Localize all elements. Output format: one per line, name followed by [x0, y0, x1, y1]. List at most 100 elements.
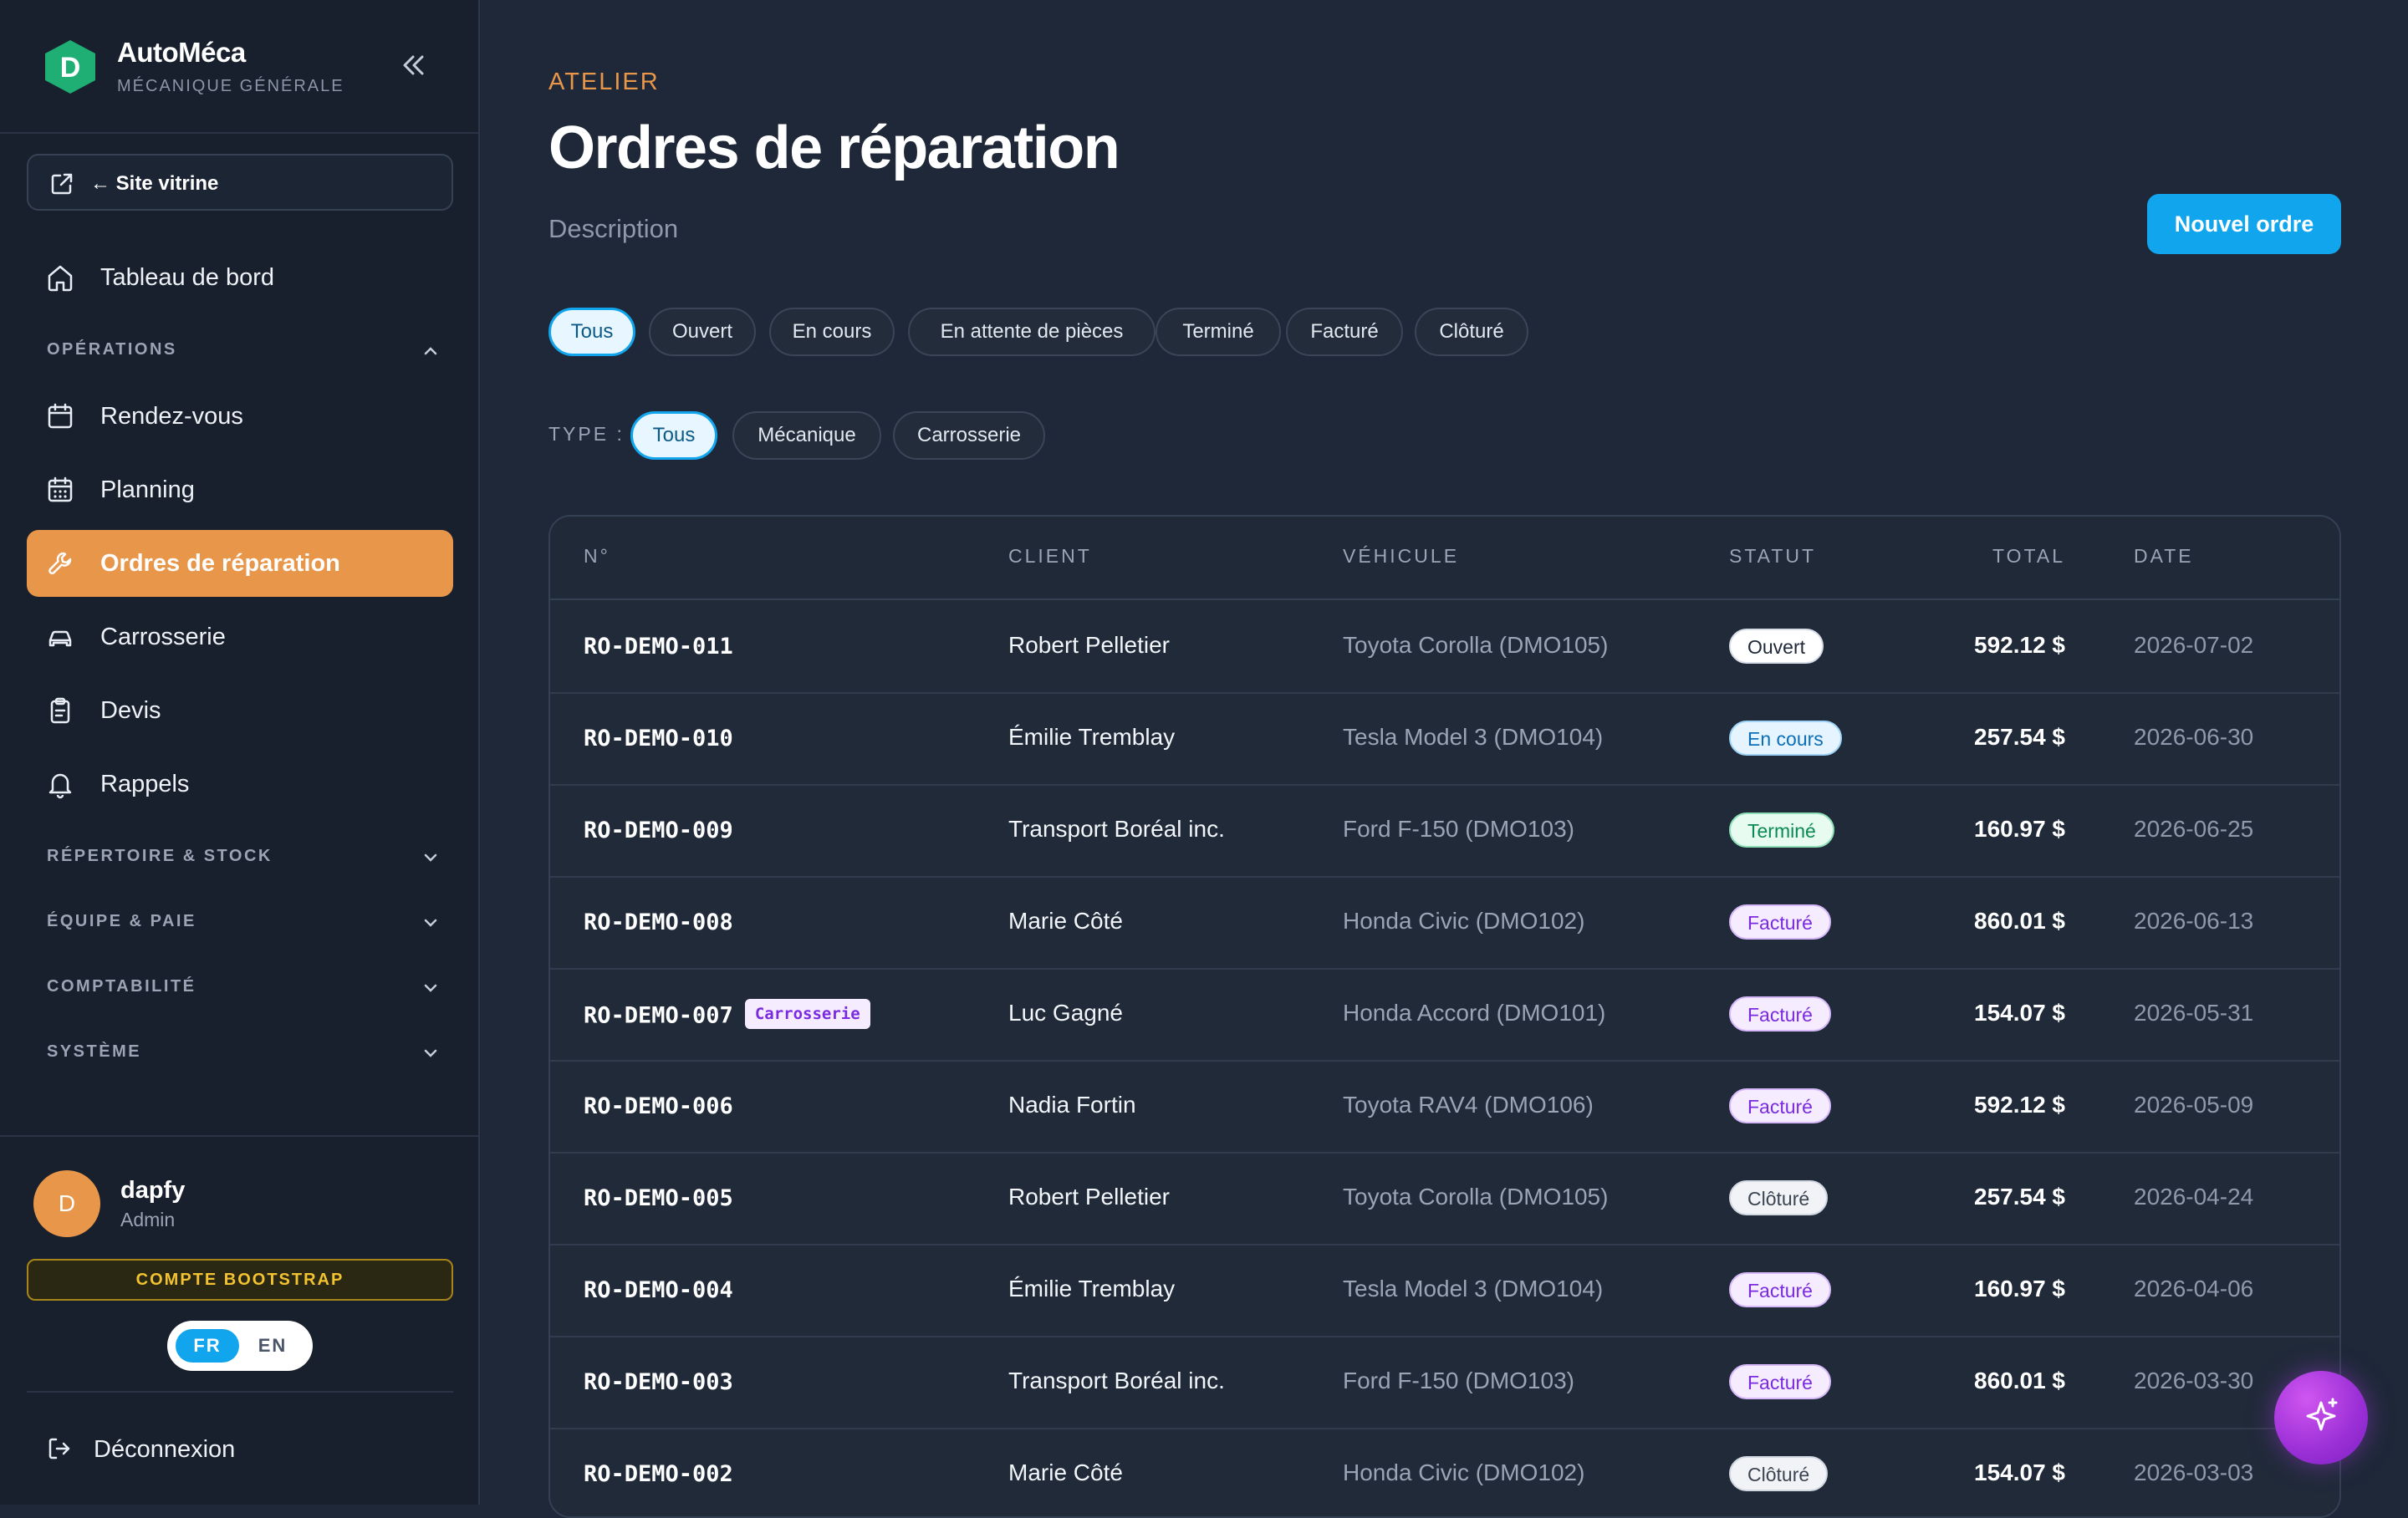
order-total: 592.12 $ [1974, 632, 2065, 658]
status-badge: Ouvert [1729, 629, 1824, 664]
order-total: 592.12 $ [1974, 1092, 2065, 1118]
order-number[interactable]: RO-DEMO-005 [584, 1185, 733, 1211]
col-status[interactable]: STATUT [1729, 545, 1816, 568]
order-number[interactable]: RO-DEMO-004 [584, 1277, 733, 1303]
col-client[interactable]: CLIENT [1008, 545, 1092, 568]
client-name: Transport Boréal inc. [1008, 1368, 1225, 1393]
chevron-down-icon [424, 919, 437, 927]
site-vitrine-button[interactable]: ← Site vitrine [27, 154, 453, 211]
col-date[interactable]: DATE [2134, 545, 2194, 568]
type-filter-carrosserie[interactable]: Carrosserie [893, 411, 1045, 460]
section-label: SYSTÈME [47, 1042, 142, 1061]
sidebar-item-rendez-vous[interactable]: Rendez-vous [27, 383, 453, 450]
status-filter-cloture[interactable]: Clôturé [1415, 308, 1528, 356]
status-filter-en-attente[interactable]: En attente de pièces [908, 308, 1156, 356]
collapse-sidebar-icon[interactable] [396, 48, 430, 82]
order-number[interactable]: RO-DEMO-008 [584, 909, 733, 935]
client-name: Robert Pelletier [1008, 632, 1170, 658]
order-number[interactable]: RO-DEMO-006 [584, 1093, 733, 1119]
section-equipe-paie[interactable]: ÉQUIPE & PAIE [47, 905, 440, 939]
lang-fr-option[interactable]: FR [176, 1329, 239, 1363]
page-title: Ordres de réparation [548, 115, 1120, 181]
logout-button[interactable]: Déconnexion [27, 1421, 453, 1478]
lang-en-option[interactable]: EN [241, 1329, 304, 1363]
table-row[interactable]: RO-DEMO-007 Carrosserie Luc Gagné Honda Acc… [550, 970, 2339, 1062]
client-name: Marie Côté [1008, 1459, 1123, 1485]
external-link-icon [51, 173, 73, 195]
vehicle-name: Tesla Model 3 (DMO104) [1343, 724, 1604, 750]
ai-assistant-button[interactable] [2274, 1371, 2368, 1465]
brand-subtitle: MÉCANIQUE GÉNÉRALE [117, 77, 344, 95]
order-date: 2026-06-13 [2134, 908, 2254, 934]
sidebar-item-label: Rendez-vous [100, 403, 243, 430]
car-icon [48, 630, 72, 647]
avatar[interactable]: D [33, 1170, 100, 1237]
table-row[interactable]: RO-DEMO-011 Robert Pelletier Toyota Coroll… [550, 602, 2339, 694]
table-row[interactable]: RO-DEMO-004 Émilie Tremblay Tesla Model 3 … [550, 1245, 2339, 1337]
status-badge: Facturé [1729, 1272, 1831, 1307]
section-repertoire-stock[interactable]: RÉPERTOIRE & STOCK [47, 840, 440, 874]
table-row[interactable]: RO-DEMO-003 Transport Boréal inc. Ford F-1… [550, 1337, 2339, 1429]
status-filter-ouvert[interactable]: Ouvert [649, 308, 756, 356]
site-vitrine-label: ← Site vitrine [90, 172, 219, 195]
table-row[interactable]: RO-DEMO-006 Nadia Fortin Toyota RAV4 (DMO1… [550, 1062, 2339, 1154]
sidebar-item-rappels[interactable]: Rappels [27, 751, 453, 818]
table-header: N° CLIENT VÉHICULE STATUT TOTAL DATE [550, 517, 2339, 600]
client-name: Émilie Tremblay [1008, 724, 1176, 750]
sidebar-item-carrosserie[interactable]: Carrosserie [27, 604, 453, 670]
table-row[interactable]: RO-DEMO-009 Transport Boréal inc. Ford F-1… [550, 786, 2339, 878]
col-num[interactable]: N° [584, 545, 610, 568]
section-systeme[interactable]: SYSTÈME [47, 1036, 440, 1069]
table-row[interactable]: RO-DEMO-005 Robert Pelletier Toyota Coroll… [550, 1154, 2339, 1245]
new-order-button[interactable]: Nouvel ordre [2147, 194, 2341, 254]
order-number[interactable]: RO-DEMO-010 [584, 726, 733, 751]
status-filter-en-cours[interactable]: En cours [769, 308, 895, 356]
status-filter-termine[interactable]: Terminé [1156, 308, 1281, 356]
section-operations[interactable]: OPÉRATIONS [47, 334, 440, 367]
col-vehicle[interactable]: VÉHICULE [1343, 545, 1459, 568]
sidebar-item-label: Tableau de bord [100, 264, 274, 291]
sidebar-item-ordres-de-reparation[interactable]: Ordres de réparation [27, 530, 453, 597]
user-panel: D dapfy Admin COMPTE BOOTSTRAP FR EN Déc… [0, 1135, 478, 1505]
sidebar-item-devis[interactable]: Devis [27, 677, 453, 744]
status-badge: Facturé [1729, 904, 1831, 940]
language-toggle[interactable]: FR EN [167, 1321, 313, 1371]
sidebar-item-planning[interactable]: Planning [27, 456, 453, 523]
status-badge: Terminé [1729, 812, 1834, 848]
status-filter-tous[interactable]: Tous [548, 308, 635, 356]
bell-icon [48, 773, 72, 799]
chevron-down-icon [424, 853, 437, 862]
order-total: 257.54 $ [1974, 724, 2065, 750]
sidebar-item-dashboard[interactable]: Tableau de bord [27, 244, 453, 311]
order-number[interactable]: RO-DEMO-009 [584, 818, 733, 843]
order-date: 2026-03-03 [2134, 1459, 2254, 1485]
order-total: 860.01 $ [1974, 908, 2065, 934]
client-name: Émilie Tremblay [1008, 1276, 1176, 1302]
main-content: ATELIER Ordres de réparation Description… [480, 0, 2408, 1518]
table-row[interactable]: RO-DEMO-010 Émilie Tremblay Tesla Model 3 … [550, 694, 2339, 786]
vehicle-name: Toyota RAV4 (DMO106) [1343, 1092, 1594, 1118]
order-number[interactable]: RO-DEMO-007 Carrosserie [584, 999, 870, 1032]
divider [27, 1391, 453, 1393]
type-filter-tous[interactable]: Tous [630, 411, 717, 460]
order-number[interactable]: RO-DEMO-003 [584, 1369, 733, 1395]
order-date: 2026-03-30 [2134, 1368, 2254, 1393]
vehicle-name: Tesla Model 3 (DMO104) [1343, 1276, 1604, 1302]
order-number[interactable]: RO-DEMO-002 [584, 1461, 733, 1487]
type-filter-mecanique[interactable]: Mécanique [732, 411, 881, 460]
order-total: 860.01 $ [1974, 1368, 2065, 1393]
status-filter-facture[interactable]: Facturé [1286, 308, 1403, 356]
vehicle-name: Honda Civic (DMO102) [1343, 908, 1585, 934]
section-comptabilite[interactable]: COMPTABILITÉ [47, 970, 440, 1004]
chevron-down-icon [424, 984, 437, 992]
status-badge: Clôturé [1729, 1180, 1829, 1215]
order-number[interactable]: RO-DEMO-011 [584, 634, 733, 660]
client-name: Transport Boréal inc. [1008, 816, 1225, 842]
col-total[interactable]: TOTAL [1992, 545, 2065, 568]
vehicle-name: Ford F-150 (DMO103) [1343, 816, 1574, 842]
table-row[interactable]: RO-DEMO-002 Marie Côté Honda Civic (DMO102… [550, 1429, 2339, 1516]
table-row[interactable]: RO-DEMO-008 Marie Côté Honda Civic (DMO102… [550, 878, 2339, 970]
order-total: 154.07 $ [1974, 1000, 2065, 1026]
section-label: RÉPERTOIRE & STOCK [47, 847, 273, 865]
order-date: 2026-06-30 [2134, 724, 2254, 750]
